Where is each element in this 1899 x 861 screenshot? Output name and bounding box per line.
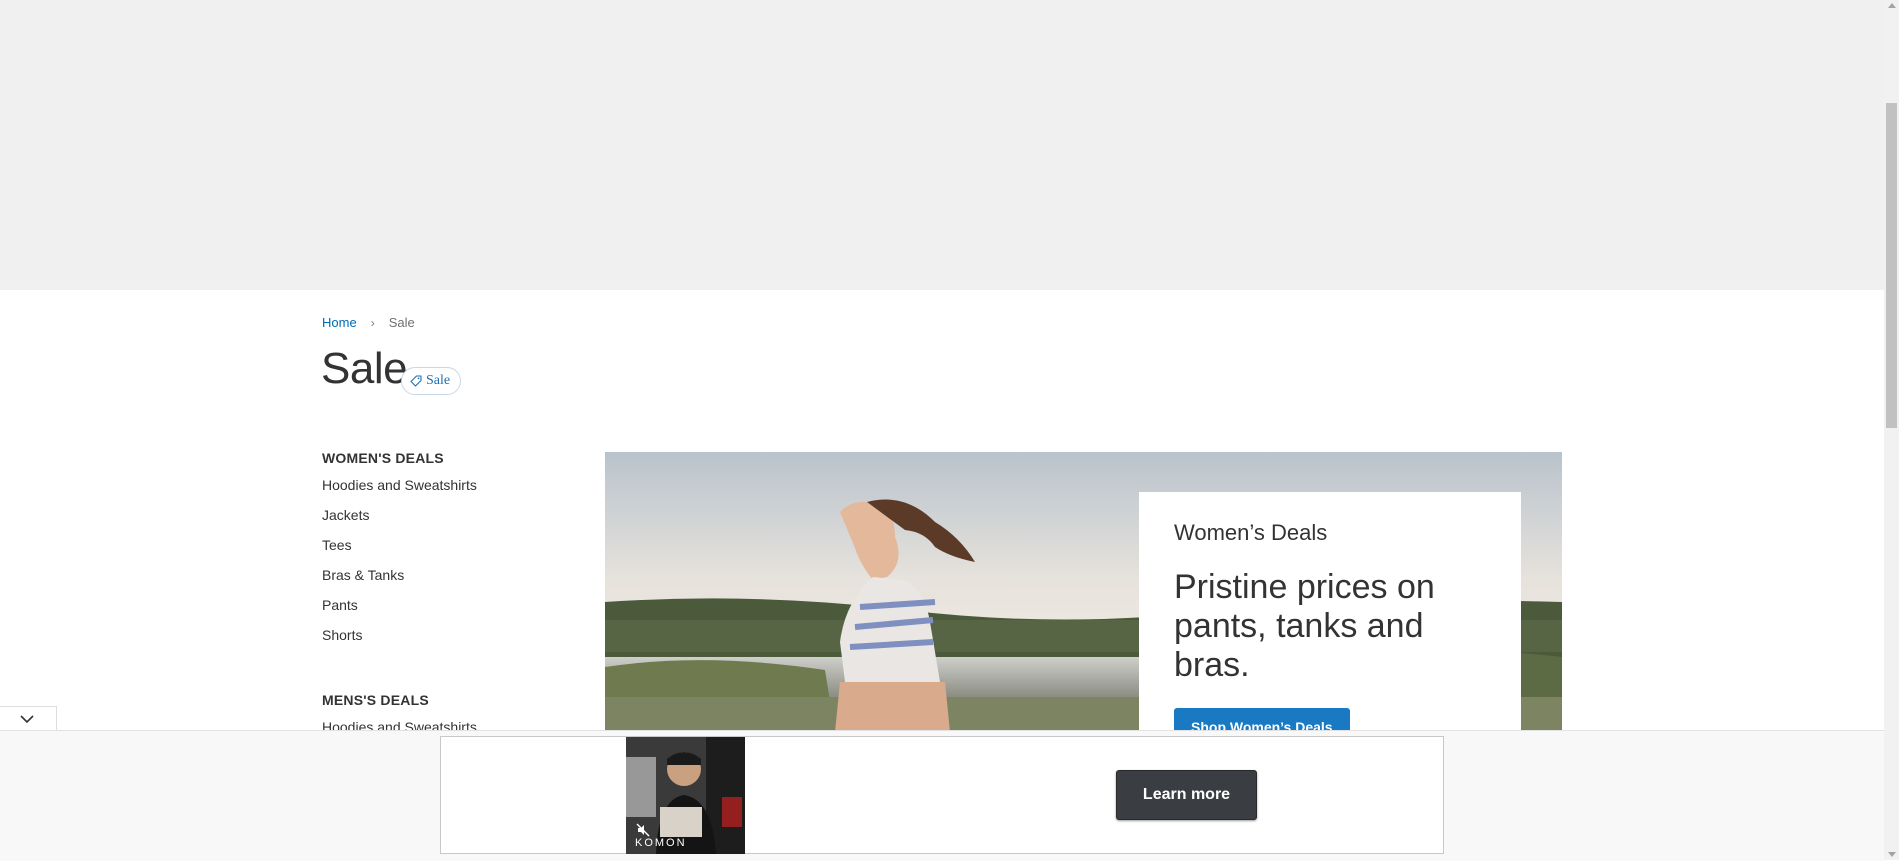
sidebar-item-tees[interactable]: Tees xyxy=(322,534,572,564)
learn-more-button[interactable]: Learn more xyxy=(1116,770,1257,820)
top-ad-placeholder xyxy=(0,0,1884,290)
scrollbar-thumb[interactable] xyxy=(1886,103,1897,428)
sidebar-item-shorts[interactable]: Shorts xyxy=(322,624,572,654)
sidebar-item-bras-tanks[interactable]: Bras & Tanks xyxy=(322,564,572,594)
scroll-down-arrow-icon[interactable] xyxy=(1888,852,1896,857)
promo-kicker: Women’s Deals xyxy=(1174,520,1328,545)
sidebar-item-pants[interactable]: Pants xyxy=(322,594,572,624)
sidebar-item-jackets[interactable]: Jackets xyxy=(322,504,572,534)
mute-icon[interactable] xyxy=(636,823,650,837)
chevron-down-icon xyxy=(20,715,34,724)
category-list-womens: Hoodies and Sweatshirts Jackets Tees Bra… xyxy=(322,474,572,654)
sale-badge-label: Sale xyxy=(426,373,451,388)
page-scrollbar[interactable] xyxy=(1884,0,1899,860)
sale-badge[interactable]: Sale xyxy=(401,367,462,395)
ad-brand-logo: KOMON xyxy=(635,837,687,849)
breadcrumb-current: Sale xyxy=(388,315,415,330)
sidebar-womens-deals: WOMEN'S DEALS Hoodies and Sweatshirts Ja… xyxy=(322,450,572,654)
category-title-mens: MENS'S DEALS xyxy=(322,692,429,708)
collapse-ad-button[interactable] xyxy=(0,706,57,731)
breadcrumb-separator-icon: › xyxy=(370,315,375,330)
breadcrumb: Home › Sale xyxy=(322,315,415,330)
promo-headline: Pristine prices on pants, tanks and bras… xyxy=(1174,568,1435,684)
tag-icon xyxy=(410,375,422,387)
promo-card: Women’s Deals Pristine prices on pants, … xyxy=(1139,492,1521,752)
ad-video[interactable]: KOMON xyxy=(626,737,745,854)
breadcrumb-home-link[interactable]: Home xyxy=(322,315,357,330)
sidebar-item-hoodies[interactable]: Hoodies and Sweatshirts xyxy=(322,474,572,504)
ad-frame[interactable] xyxy=(440,736,1444,854)
page-title: Sale xyxy=(321,344,408,393)
scroll-up-arrow-icon[interactable] xyxy=(1888,3,1896,8)
category-title-womens: WOMEN'S DEALS xyxy=(322,450,444,466)
